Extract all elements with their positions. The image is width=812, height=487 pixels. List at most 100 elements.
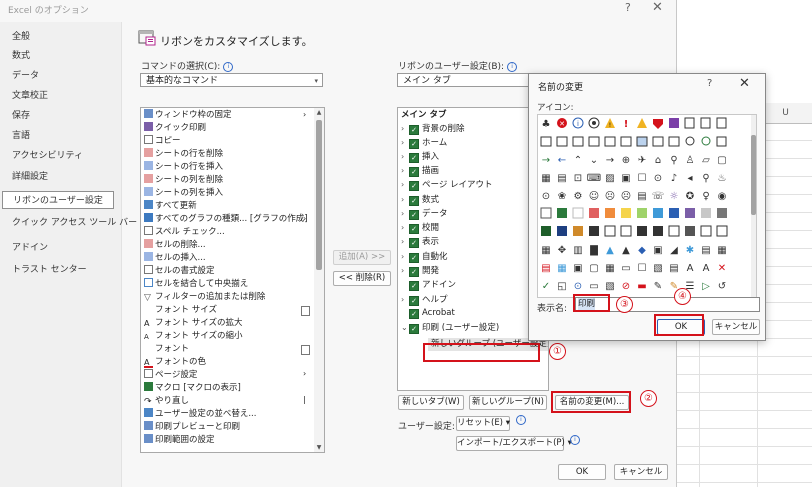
- tree-tab[interactable]: › ✓ 背景の削除: [401, 122, 465, 135]
- tree-tab[interactable]: › ✓ 描画: [401, 164, 439, 177]
- svg-text:▬: ▬: [637, 281, 646, 292]
- nav-item-data[interactable]: データ: [12, 68, 39, 81]
- page-setup-icon: [144, 369, 153, 378]
- nav-item-general[interactable]: 全般: [12, 29, 30, 42]
- refresh-all-icon: [144, 200, 153, 209]
- list-item[interactable]: コピー: [144, 135, 181, 148]
- list-item[interactable]: A フォントの色: [144, 356, 206, 369]
- list-item[interactable]: セルの挿入...: [144, 252, 206, 265]
- add-button[interactable]: 追加(A) >>: [333, 250, 391, 265]
- commands-scrollbar[interactable]: ▲ ▼: [314, 108, 324, 452]
- callout-box-ok: [654, 314, 704, 336]
- nav-item-formulas[interactable]: 数式: [12, 48, 30, 61]
- rename-cancel-button[interactable]: キャンセル: [712, 319, 760, 335]
- list-item[interactable]: ↷ やり直し: [144, 395, 189, 408]
- nav-item-addins[interactable]: アドイン: [12, 240, 48, 253]
- page-heading: リボンをカスタマイズします。: [160, 35, 313, 48]
- info-icon: i: [513, 415, 526, 425]
- tree-tab[interactable]: › ✓ データ: [401, 207, 448, 220]
- nav-item-save[interactable]: 保存: [12, 108, 30, 121]
- list-item[interactable]: ユーザー設定の並べ替え...: [144, 408, 256, 421]
- list-item[interactable]: すべてのグラフの種類... [グラフの作成]: [144, 213, 308, 226]
- list-item[interactable]: セルを結合して中央揃え: [144, 278, 248, 291]
- list-item[interactable]: スペル チェック...: [144, 226, 225, 239]
- list-item[interactable]: ウィンドウ枠の固定: [144, 109, 232, 122]
- list-item[interactable]: シートの列を挿入: [144, 187, 223, 200]
- list-item[interactable]: ページ設定: [144, 369, 197, 382]
- import-export-button[interactable]: インポート/エクスポート(P) ▾: [456, 436, 572, 451]
- customize-ribbon-combo[interactable]: メイン タブ: [397, 73, 547, 87]
- nav-item-customize-ribbon[interactable]: リボンのユーザー設定: [2, 191, 114, 209]
- new-tab-button[interactable]: 新しいタブ(W): [398, 395, 464, 410]
- icon-grid[interactable]: ♣ ✕ i ! ! → ← ⌃ ⌄ → ⊕ ✈ ⌂ ⚲ ♙ ▱ ▢ ▦ ▤ ⊡ …: [537, 114, 757, 298]
- submenu-arrow-icon: |: [303, 395, 306, 404]
- list-item[interactable]: すべて更新: [144, 200, 197, 213]
- nav-item-proofing[interactable]: 文章校正: [12, 88, 48, 101]
- tree-tab[interactable]: ✓ Acrobat: [401, 307, 455, 320]
- merge-center-icon: [144, 278, 153, 287]
- list-item[interactable]: A フォント サイズの拡大: [144, 317, 242, 330]
- rename-close-button[interactable]: ✕: [739, 76, 750, 91]
- list-item[interactable]: 印刷プレビューと印刷: [144, 421, 240, 434]
- svg-text:⊡: ⊡: [574, 173, 582, 184]
- svg-text:◢: ◢: [670, 245, 678, 256]
- column-header-u[interactable]: U: [758, 103, 812, 124]
- list-item[interactable]: シートの行を挿入: [144, 161, 223, 174]
- remove-button[interactable]: << 削除(R): [333, 271, 391, 286]
- list-item[interactable]: クイック印刷: [144, 122, 206, 135]
- list-item[interactable]: A フォント サイズの縮小: [144, 330, 242, 343]
- list-item[interactable]: ▽ フィルターの追加または削除: [144, 291, 265, 304]
- list-item[interactable]: シートの行を削除: [144, 148, 223, 161]
- checkbox-checked-icon: ✓: [409, 267, 419, 277]
- nav-item-advanced[interactable]: 詳細設定: [12, 169, 48, 182]
- svg-text:▨: ▨: [605, 173, 614, 184]
- reset-button[interactable]: リセット(E) ▾: [456, 416, 510, 431]
- svg-text:⊙: ⊙: [654, 173, 662, 184]
- info-icon: i: [223, 62, 234, 72]
- tree-tab[interactable]: › ✓ 自動化: [401, 250, 448, 263]
- tree-tab[interactable]: › ✓ 開発: [401, 264, 439, 277]
- tree-tab[interactable]: › ✓ ページ レイアウト: [401, 178, 493, 191]
- list-item[interactable]: フォント サイズ: [144, 304, 217, 317]
- tree-tab[interactable]: › ✓ ホーム: [401, 136, 447, 149]
- svg-text:⊙: ⊙: [574, 281, 582, 292]
- nav-item-trust-center[interactable]: トラスト センター: [12, 262, 87, 275]
- ok-button[interactable]: OK: [558, 464, 606, 480]
- font-color-icon: A: [144, 359, 153, 368]
- help-button[interactable]: ?: [625, 1, 631, 14]
- checkbox-checked-icon: ✓: [409, 181, 419, 191]
- nav-item-accessibility[interactable]: アクセシビリティ: [12, 148, 83, 161]
- svg-text:▥: ▥: [573, 245, 582, 256]
- tree-tab[interactable]: › ✓ 挿入: [401, 150, 439, 163]
- svg-text:i: i: [577, 120, 579, 128]
- tree-tab[interactable]: › ✓ 表示: [401, 235, 439, 248]
- list-item[interactable]: 印刷範囲の設定: [144, 434, 215, 447]
- list-item[interactable]: セルの削除...: [144, 239, 206, 252]
- commands-list[interactable]: ウィンドウ枠の固定 クイック印刷 コピー シートの行を削除 シートの行を挿入 シ…: [140, 107, 325, 453]
- tree-tab[interactable]: › ✓ 数式: [401, 193, 439, 206]
- new-group-button[interactable]: 新しいグループ(N): [469, 395, 547, 410]
- rename-help-button[interactable]: ?: [707, 78, 712, 89]
- svg-text:▤: ▤: [701, 245, 710, 256]
- list-item[interactable]: マクロ [マクロの表示]: [144, 382, 241, 395]
- list-item[interactable]: シートの列を削除: [144, 174, 223, 187]
- svg-text:▷: ▷: [702, 281, 710, 292]
- list-item[interactable]: セルの書式設定: [144, 265, 215, 278]
- tree-tab[interactable]: › ✓ 校閲: [401, 221, 439, 234]
- icon-grid-symbols[interactable]: ♣ ✕ i ! ! → ← ⌃ ⌄ → ⊕ ✈ ⌂ ⚲ ♙ ▱ ▢ ▦ ▤ ⊡ …: [538, 115, 750, 297]
- list-item[interactable]: フォント: [144, 343, 189, 356]
- checkbox-checked-icon: ✓: [409, 324, 419, 334]
- nav-item-language[interactable]: 言語: [12, 128, 30, 141]
- svg-text:⊘: ⊘: [622, 281, 630, 292]
- cancel-button[interactable]: キャンセル: [614, 464, 668, 480]
- tree-tab[interactable]: ⌄ ✓ 印刷 (ユーザー設定): [401, 321, 499, 334]
- tree-tab[interactable]: › ✓ ヘルプ: [401, 293, 448, 306]
- choose-commands-label: コマンドの選択(C): i: [141, 59, 234, 72]
- icon-grid-scrollbar[interactable]: [751, 115, 756, 297]
- nav-item-quick-access-toolbar[interactable]: クイック アクセス ツール バー: [12, 215, 137, 228]
- chevron-down-icon: ▾: [314, 77, 318, 85]
- close-button[interactable]: ✕: [652, 0, 663, 15]
- choose-commands-combo[interactable]: 基本的なコマンド ▾: [140, 73, 323, 87]
- tree-tab[interactable]: ✓ アドイン: [401, 279, 456, 292]
- svg-text:☐: ☐: [638, 263, 647, 274]
